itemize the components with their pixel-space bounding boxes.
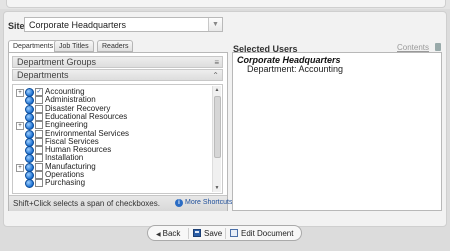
bottom-toolbar: ◀ Back Save Edit Document bbox=[147, 225, 302, 241]
tree-item-checkbox[interactable] bbox=[35, 162, 43, 171]
collapse-icon[interactable]: ⌃ bbox=[212, 70, 219, 81]
edit-document-label: Edit Document bbox=[241, 229, 294, 238]
site-label: Site bbox=[8, 21, 25, 31]
department-groups-header[interactable]: Department Groups ≡ bbox=[12, 56, 223, 68]
tree-item-checkbox[interactable] bbox=[35, 137, 43, 146]
toolbar-divider bbox=[225, 228, 226, 239]
tree-item-checkbox[interactable] bbox=[35, 112, 43, 121]
tree-item-checkbox[interactable] bbox=[35, 129, 43, 138]
scroll-down-icon[interactable]: ▼ bbox=[213, 184, 221, 192]
site-select[interactable]: Corporate Headquarters ▼ bbox=[24, 17, 223, 32]
more-shortcuts-link[interactable]: More Shortcuts bbox=[185, 199, 232, 206]
top-bar bbox=[0, 0, 450, 9]
trash-icon[interactable] bbox=[435, 43, 441, 51]
department-groups-title: Department Groups bbox=[17, 57, 97, 67]
scroll-thumb[interactable] bbox=[214, 96, 221, 158]
back-button[interactable]: ◀ Back bbox=[156, 228, 180, 239]
top-bar-tab bbox=[6, 0, 446, 8]
department-tree: ▲ ▼ + ✓ Accounting Administration Disaster R… bbox=[12, 84, 223, 194]
edit-document-icon bbox=[230, 229, 238, 237]
departments-header[interactable]: Departments ⌃ bbox=[12, 69, 223, 81]
tree-item-checkbox[interactable] bbox=[35, 96, 43, 105]
tree-item-checkbox[interactable] bbox=[35, 121, 43, 130]
tab-job-titles[interactable]: Job Titles bbox=[54, 40, 94, 52]
tree-item[interactable]: Purchasing bbox=[13, 178, 213, 189]
tree-item-checkbox[interactable] bbox=[35, 179, 43, 188]
shortcut-hint: Shift+Click selects a span of checkboxes… bbox=[13, 199, 160, 208]
chevron-down-icon[interactable]: ▼ bbox=[208, 18, 222, 31]
scroll-up-icon[interactable]: ▲ bbox=[213, 86, 221, 94]
department-picker: Department Groups ≡ Departments ⌃ ▲ ▼ + ✓… bbox=[8, 52, 232, 211]
site-select-value: Corporate Headquarters bbox=[29, 20, 127, 30]
globe-icon bbox=[25, 179, 34, 189]
tree-item-checkbox[interactable] bbox=[35, 104, 43, 113]
selected-department: Department: Accounting bbox=[247, 64, 344, 74]
info-icon[interactable]: i bbox=[175, 199, 183, 207]
contents-link[interactable]: Contents bbox=[397, 43, 429, 52]
shortcut-hint-bar: Shift+Click selects a span of checkboxes… bbox=[9, 195, 232, 211]
save-label: Save bbox=[204, 229, 223, 238]
tab-readers[interactable]: Readers bbox=[97, 40, 134, 52]
tree-item-checkbox[interactable] bbox=[35, 146, 43, 155]
save-icon bbox=[193, 229, 201, 237]
tree-item-checkbox[interactable] bbox=[35, 154, 43, 163]
tree-item-label: Purchasing bbox=[45, 178, 86, 188]
selected-users-box: Corporate Headquarters Department: Accou… bbox=[232, 52, 442, 211]
back-arrow-icon: ◀ bbox=[156, 232, 161, 238]
tree-scrollbar[interactable]: ▲ ▼ bbox=[212, 86, 221, 192]
back-label: Back bbox=[162, 229, 181, 238]
tree-item-checkbox[interactable]: ✓ bbox=[35, 88, 43, 96]
save-button[interactable]: Save bbox=[193, 228, 222, 239]
departments-title: Departments bbox=[17, 70, 69, 80]
expand-icon[interactable]: ≡ bbox=[214, 57, 219, 68]
tree-item-checkbox[interactable] bbox=[35, 171, 43, 179]
toolbar-divider bbox=[188, 228, 189, 239]
edit-document-button[interactable]: Edit Document bbox=[230, 228, 293, 239]
